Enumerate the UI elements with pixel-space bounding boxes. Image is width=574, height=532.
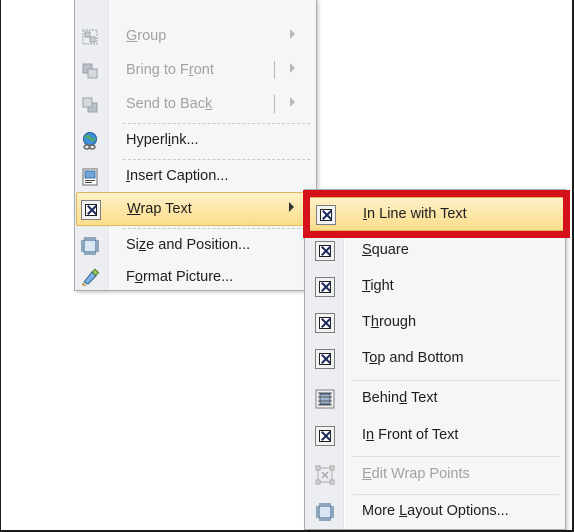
menu-item-insert-caption[interactable]: Insert Caption... — [76, 160, 315, 194]
menu-item-label: Tight — [362, 278, 394, 294]
menu-item-size-and-position[interactable]: Size and Position... — [76, 229, 315, 263]
annotation-highlight-box — [303, 190, 570, 238]
through-wrap-icon — [315, 313, 335, 333]
send-to-back-icon — [82, 97, 98, 113]
hyperlink-icon — [83, 132, 97, 150]
menu-item-label: Edit Wrap Points — [362, 466, 470, 482]
menu-separator — [353, 456, 559, 457]
menu-item-label: Send to Back — [126, 96, 213, 112]
wrap-text-icon — [81, 200, 101, 220]
submenu-item-more-layout-options[interactable]: More Layout Options... — [306, 495, 564, 529]
submenu-arrow-icon — [290, 97, 295, 107]
menu-item-label: Insert Caption... — [126, 168, 229, 184]
submenu-item-top-and-bottom[interactable]: Top and Bottom — [306, 342, 564, 376]
submenu-arrow-icon — [289, 202, 294, 212]
submenu-item-tight[interactable]: Tight — [306, 270, 564, 304]
square-wrap-icon — [315, 241, 335, 261]
submenu-arrow-icon — [290, 63, 295, 73]
submenu-arrow-icon — [290, 29, 295, 39]
behind-text-icon — [315, 389, 335, 409]
menu-item-label: Square — [362, 242, 409, 258]
bring-to-front-icon — [82, 63, 98, 79]
submenu-item-square[interactable]: Square — [306, 234, 564, 268]
split-button-divider — [274, 61, 275, 79]
edit-wrap-points-icon — [315, 465, 335, 485]
context-menu: Group Bring to Front Send to Back Hyperl… — [74, 0, 317, 291]
menu-item-label: Bring to Front — [126, 62, 214, 78]
menu-item-label: Size and Position... — [126, 237, 251, 253]
group-icon — [82, 29, 98, 45]
submenu-item-behind-text[interactable]: Behind Text — [306, 382, 564, 416]
menu-separator — [353, 380, 559, 381]
menu-item-bring-to-front[interactable]: Bring to Front — [76, 54, 315, 88]
in-front-of-text-icon — [315, 426, 335, 446]
menu-item-label: In Front of Text — [362, 427, 459, 443]
submenu-item-edit-wrap-points[interactable]: Edit Wrap Points — [306, 458, 564, 492]
menu-item-wrap-text[interactable]: Wrap Text — [76, 192, 315, 226]
wrap-text-submenu: In Line with Text Square Tight Through T… — [304, 189, 566, 530]
split-button-divider — [274, 95, 275, 113]
menu-item-label: Top and Bottom — [362, 350, 464, 366]
menu-item-label: Wrap Text — [127, 201, 192, 217]
menu-item-group[interactable]: Group — [76, 20, 315, 54]
menu-item-label: Through — [362, 314, 417, 330]
top-and-bottom-icon — [315, 349, 335, 369]
menu-item-label: Format Picture... — [126, 269, 234, 285]
submenu-item-through[interactable]: Through — [306, 306, 564, 340]
menu-item-label: More Layout Options... — [362, 503, 509, 519]
menu-item-label: Group — [126, 28, 167, 44]
tight-wrap-icon — [315, 277, 335, 297]
menu-item-hyperlink[interactable]: Hyperlink... — [76, 124, 315, 158]
insert-caption-icon — [82, 168, 98, 186]
menu-item-format-picture[interactable]: Format Picture... — [76, 261, 315, 295]
size-position-icon — [81, 237, 99, 255]
format-picture-icon — [82, 268, 100, 286]
menu-item-send-to-back[interactable]: Send to Back — [76, 88, 315, 122]
more-layout-options-icon — [316, 503, 334, 521]
menu-item-label: Hyperlink... — [126, 132, 199, 148]
menu-item-label: Behind Text — [362, 390, 438, 406]
submenu-item-in-front-of-text[interactable]: In Front of Text — [306, 419, 564, 453]
